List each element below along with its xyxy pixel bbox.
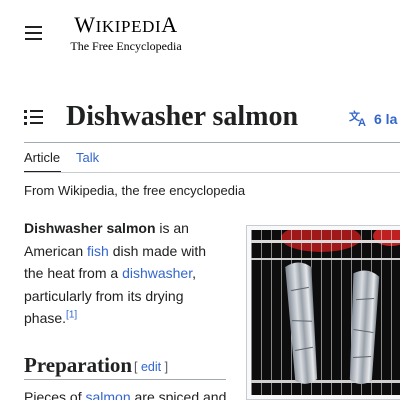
logo-wordmark: WIKIPEDIA [74, 12, 178, 37]
tabs-divider [24, 172, 400, 173]
tab-article[interactable]: Article [24, 150, 60, 166]
logo-tagline: The Free Encyclopedia [70, 39, 182, 53]
dishwasher-salmon-photo[interactable] [251, 230, 400, 395]
hamburger-menu-icon[interactable] [22, 22, 46, 44]
title-divider [24, 142, 400, 143]
table-of-contents-icon[interactable] [24, 109, 46, 127]
tab-talk[interactable]: Talk [76, 150, 99, 166]
lead-paragraph: Dishwasher salmon is an American fish di… [24, 220, 207, 326]
svg-text:A: A [358, 117, 366, 127]
reference-link[interactable]: [1] [66, 309, 77, 320]
link-salmon[interactable]: salmon [85, 389, 130, 400]
page-title: Dishwasher salmon [66, 101, 299, 132]
section-divider [24, 379, 226, 380]
link-dishwasher[interactable]: dishwasher [122, 265, 192, 281]
section-heading: Preparation [24, 353, 133, 377]
article-figure [246, 225, 400, 400]
preparation-paragraph: Pieces of salmon are spiced and [24, 386, 234, 400]
language-count: 6 la [374, 111, 398, 127]
link-fish[interactable]: fish [87, 243, 109, 259]
edit-link[interactable]: edit [141, 360, 161, 374]
wikipedia-logo[interactable]: WIKIPEDIA The Free Encyclopedia [64, 12, 188, 54]
bold-term: Dishwasher salmon [24, 220, 156, 236]
site-subtitle: From Wikipedia, the free encyclopedia [24, 183, 246, 198]
section-edit: [ edit ] [134, 360, 169, 374]
section-preparation: Preparation [ edit ] [24, 349, 226, 381]
language-button[interactable]: 文 A 6 la [348, 109, 397, 129]
site-header: WIKIPEDIA The Free Encyclopedia [0, 0, 400, 70]
language-icon: 文 A [349, 109, 366, 127]
